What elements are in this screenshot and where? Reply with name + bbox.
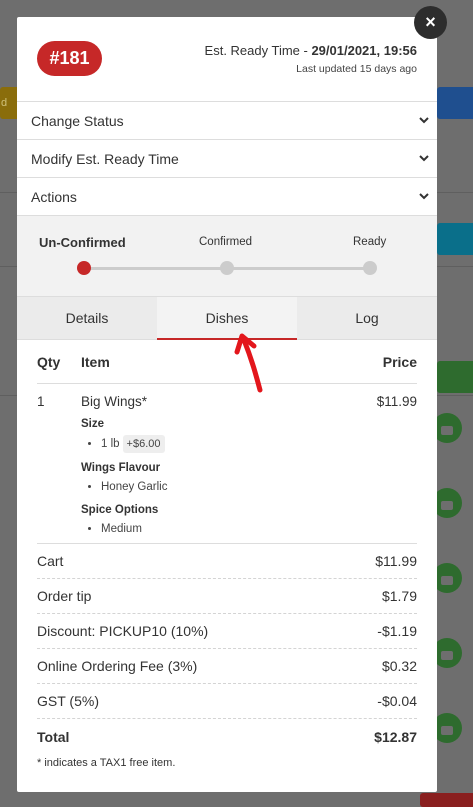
tab-log[interactable]: Log (297, 297, 437, 339)
chevron-down-icon (417, 190, 431, 204)
summary-row-cart: Cart $11.99 (37, 544, 417, 579)
summary-label: Cart (37, 553, 64, 569)
dropdown-label: Actions (31, 188, 77, 205)
bg-status-tag (420, 793, 473, 807)
bg-status-tag (437, 223, 473, 255)
status-step-ready: Ready (353, 236, 387, 248)
option-list: Medium (101, 521, 377, 537)
summary-value: $0.32 (381, 658, 417, 674)
tax-footnote: * indicates a TAX1 free item. (37, 757, 176, 769)
item-header: Item (81, 353, 110, 370)
option-value: Honey Garlic (101, 479, 377, 495)
dish-details: Big Wings* Size 1 lb+$6.00 Wings Flavour… (81, 394, 377, 537)
summary-label: Online Ordering Fee (3%) (37, 658, 198, 674)
price-header: Price (382, 353, 417, 370)
summary-row-fee: Online Ordering Fee (3%) $0.32 (37, 649, 417, 684)
summary-label: Order tip (37, 588, 92, 604)
status-step-confirmed: Confirmed (199, 236, 253, 248)
actions-dropdown[interactable]: Actions (17, 177, 437, 215)
table-row: 1 Big Wings* Size 1 lb+$6.00 Wings Flavo… (37, 384, 417, 544)
total-value: $12.87 (374, 729, 417, 745)
order-modal: #181 Est. Ready Time - 29/01/2021, 19:56… (17, 17, 437, 792)
order-header: #181 Est. Ready Time - 29/01/2021, 19:56… (17, 17, 437, 101)
qty-header: Qty (37, 353, 61, 370)
summary-value: $11.99 (375, 553, 417, 569)
bg-status-tag (437, 361, 473, 393)
dropdown-label: Change Status (31, 112, 124, 129)
order-tabs: Details Dishes Log (17, 296, 437, 340)
option-title: Size (81, 418, 105, 430)
close-icon: × (425, 12, 436, 32)
chevron-down-icon (417, 114, 431, 128)
summary-value: -$0.04 (377, 693, 417, 709)
surcharge-badge: +$6.00 (122, 435, 165, 453)
table-header: Qty Item Price (37, 340, 417, 384)
modify-ready-time-dropdown[interactable]: Modify Est. Ready Time (17, 139, 437, 177)
eta-label: Est. Ready Time - (204, 43, 312, 58)
dish-name: Big Wings* (81, 394, 148, 409)
option-value: Medium (101, 521, 377, 537)
dish-qty: 1 (37, 394, 45, 409)
status-step-unconfirmed: Un-Confirmed (39, 235, 126, 250)
tab-details[interactable]: Details (17, 297, 157, 339)
dishes-table: Qty Item Price 1 Big Wings* Size 1 lb+$6… (17, 340, 437, 769)
status-dot-ready (363, 261, 377, 275)
summary-value: $1.79 (381, 588, 417, 604)
summary-row-discount: Discount: PICKUP10 (10%) -$1.19 (37, 614, 417, 649)
chevron-down-icon (417, 152, 431, 166)
option-title: Spice Options (81, 504, 159, 516)
total-label: Total (37, 729, 70, 745)
option-title: Wings Flavour (81, 462, 161, 474)
eta-value: 29/01/2021, 19:56 (311, 43, 417, 58)
order-number-badge: #181 (37, 41, 102, 76)
summary-value: -$1.19 (377, 623, 417, 639)
option-list: Honey Garlic (101, 479, 377, 495)
summary-row-gst: GST (5%) -$0.04 (37, 684, 417, 719)
dropdown-label: Modify Est. Ready Time (31, 150, 179, 167)
bg-status-tag: d (0, 87, 17, 119)
status-dot-confirmed (220, 261, 234, 275)
est-ready-time: Est. Ready Time - 29/01/2021, 19:56 (205, 43, 417, 58)
option-list: 1 lb+$6.00 (101, 435, 377, 453)
tab-dishes[interactable]: Dishes (157, 297, 297, 340)
summary-label: GST (5%) (37, 693, 99, 709)
status-progress: Un-Confirmed Confirmed Ready (17, 215, 437, 296)
last-updated: Last updated 15 days ago (296, 63, 417, 75)
bg-status-tag (437, 87, 473, 119)
summary-row-total: Total $12.87 (37, 719, 417, 755)
dish-price: $11.99 (376, 394, 417, 409)
close-button[interactable]: × (414, 6, 447, 39)
status-dot-unconfirmed (77, 261, 91, 275)
summary-row-tip: Order tip $1.79 (37, 579, 417, 614)
option-value: 1 lb+$6.00 (101, 435, 377, 453)
change-status-dropdown[interactable]: Change Status (17, 101, 437, 139)
summary-label: Discount: PICKUP10 (10%) (37, 623, 209, 639)
